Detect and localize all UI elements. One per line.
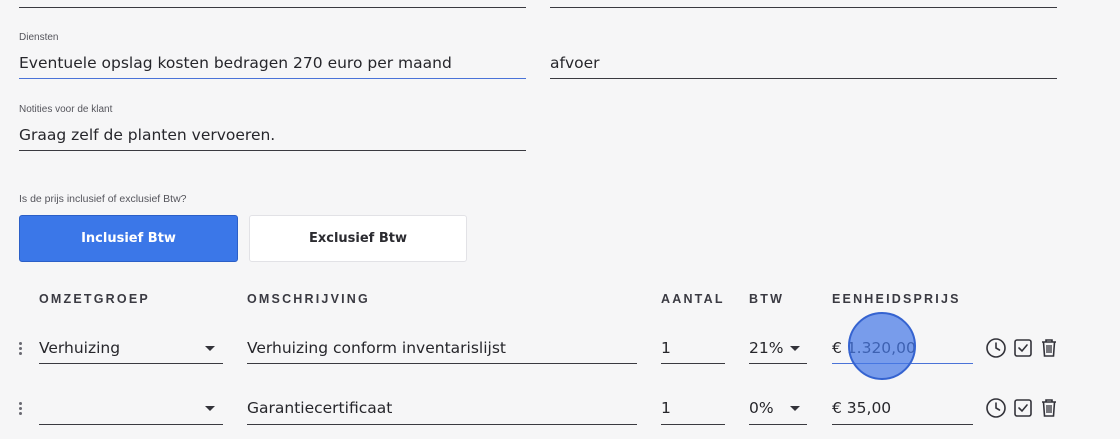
clock-icon[interactable] [985,397,1007,419]
exclusief-btw-button[interactable]: Exclusief Btw [249,215,467,262]
diensten-label: Diensten [19,32,59,43]
inclusief-btw-button[interactable]: Inclusief Btw [19,215,238,262]
afvoer-underline [550,78,1057,79]
btw-underline [749,424,807,425]
aantal-input[interactable]: 1 [661,339,671,357]
btw-underline [749,363,807,364]
chevron-down-icon[interactable] [790,346,800,351]
omzetgroep-underline [39,363,223,364]
chevron-down-icon[interactable] [205,406,215,411]
omschrijving-underline [247,363,637,364]
btw-select[interactable]: 21% [749,339,783,357]
notities-label: Notities voor de klant [19,104,113,115]
top-field-line-right [550,7,1057,8]
header-eenheidsprijs: EENHEIDSPRIJS [832,292,961,306]
btw-select[interactable]: 0% [749,399,774,417]
cursor-highlight [848,312,916,380]
top-field-line-left [19,7,526,8]
notities-input[interactable]: Graag zelf de planten vervoeren. [19,126,275,144]
aantal-underline [661,424,725,425]
checkbox-icon[interactable] [1012,337,1034,359]
eenheidsprijs-input[interactable]: € 35,00 [832,399,891,417]
btw-question: Is de prijs inclusief of exclusief Btw? [19,193,187,205]
header-btw: BTW [749,292,785,306]
omschrijving-input[interactable]: Garantiecertificaat [247,399,392,417]
chevron-down-icon[interactable] [790,406,800,411]
notities-underline [19,150,526,151]
omschrijving-underline [247,424,637,425]
diensten-underline [19,78,526,79]
header-aantal: AANTAL [661,292,725,306]
afvoer-input[interactable]: afvoer [550,54,600,72]
omzetgroep-select[interactable]: Verhuizing [39,339,120,357]
diensten-input[interactable]: Eventuele opslag kosten bedragen 270 eur… [19,54,452,72]
clock-icon[interactable] [985,337,1007,359]
omschrijving-input[interactable]: Verhuizing conform inventarislijst [247,339,506,357]
header-omschrijving: OMSCHRIJVING [247,292,370,306]
drag-handle-icon[interactable] [19,402,23,417]
trash-icon[interactable] [1038,337,1060,359]
aantal-input[interactable]: 1 [661,399,671,417]
eenheidsprijs-underline [832,424,973,425]
omzetgroep-underline [39,424,223,425]
drag-handle-icon[interactable] [19,342,23,357]
checkbox-icon[interactable] [1012,397,1034,419]
trash-icon[interactable] [1038,397,1060,419]
header-omzetgroep: OMZETGROEP [39,292,150,306]
chevron-down-icon[interactable] [205,346,215,351]
aantal-underline [661,363,725,364]
